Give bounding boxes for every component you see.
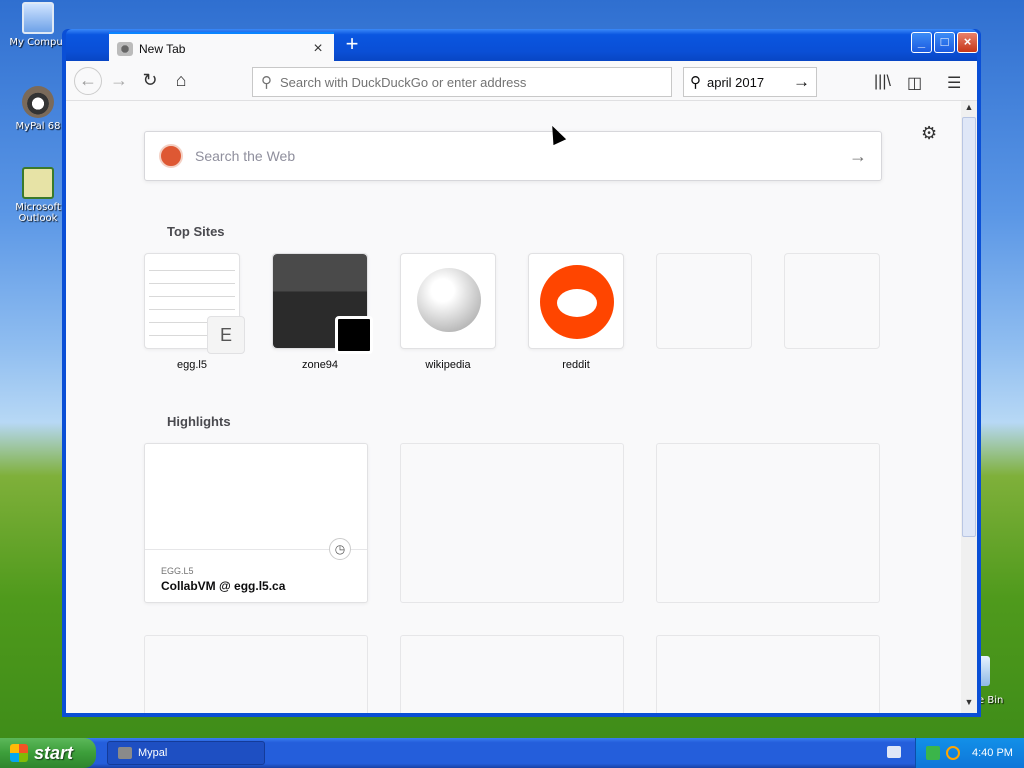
browser-window: New Tab × + _ □ × ← → ↻ ⌂ ⚲ Search with … bbox=[62, 29, 981, 717]
title-bar[interactable]: New Tab × + _ □ × bbox=[66, 29, 978, 63]
keyboard-icon[interactable] bbox=[887, 746, 901, 758]
highlight-host: EGG.L5 bbox=[161, 566, 194, 576]
search-icon: ⚲ bbox=[261, 74, 272, 91]
start-label: start bbox=[34, 742, 74, 763]
raccoon-icon bbox=[118, 747, 132, 759]
top-site-reddit[interactable] bbox=[528, 253, 624, 349]
back-button[interactable]: ← bbox=[74, 66, 102, 95]
minimize-button[interactable]: _ bbox=[911, 32, 932, 53]
close-window-button[interactable]: × bbox=[957, 32, 978, 53]
recycle-bin-label: e Bin bbox=[978, 695, 1004, 706]
site-letter-badge: E bbox=[207, 316, 245, 354]
tab-close-icon[interactable]: × bbox=[310, 40, 326, 58]
highlights-heading: Highlights bbox=[167, 414, 231, 429]
forward-button[interactable]: → bbox=[105, 67, 133, 95]
start-button[interactable]: start bbox=[0, 738, 96, 768]
top-site-empty bbox=[784, 253, 880, 349]
wikipedia-globe-icon bbox=[417, 268, 481, 332]
web-search-box[interactable]: Search the Web → bbox=[144, 131, 882, 181]
reload-button[interactable]: ↻ bbox=[136, 67, 164, 95]
top-site-zone94[interactable] bbox=[272, 253, 373, 354]
highlight-placeholder bbox=[144, 635, 368, 713]
highlight-placeholder bbox=[400, 443, 624, 603]
taskbar: start Mypal 4:40 PM bbox=[0, 738, 1024, 768]
top-site-empty bbox=[656, 253, 752, 349]
scroll-down-icon[interactable]: ▼ bbox=[962, 697, 976, 711]
site-favicon bbox=[335, 316, 373, 354]
url-bar[interactable]: ⚲ Search with DuckDuckGo or enter addres… bbox=[252, 67, 672, 97]
search-go-icon[interactable]: → bbox=[793, 72, 810, 92]
maximize-button[interactable]: □ bbox=[934, 32, 955, 53]
duckduckgo-icon bbox=[159, 144, 183, 168]
menu-button[interactable]: ☰ bbox=[947, 73, 961, 93]
tab-new-tab[interactable]: New Tab × bbox=[109, 32, 334, 63]
new-tab-button[interactable]: + bbox=[342, 32, 362, 58]
highlight-image bbox=[145, 444, 367, 550]
system-tray: 4:40 PM bbox=[915, 738, 1024, 768]
top-site-label: reddit bbox=[562, 359, 590, 371]
vertical-scrollbar[interactable]: ▲ ▼ bbox=[961, 101, 977, 713]
new-tab-page: ⚙ Search the Web → Top Sites E egg.l5 zo… bbox=[66, 101, 961, 713]
top-site-label: egg.l5 bbox=[177, 359, 207, 371]
top-sites-heading: Top Sites bbox=[167, 224, 225, 239]
top-site-egg[interactable]: E bbox=[144, 253, 245, 354]
clock-icon: ◷ bbox=[329, 538, 351, 560]
sidebar-button[interactable]: ◫ bbox=[907, 73, 922, 93]
top-site-wikipedia[interactable] bbox=[400, 253, 496, 349]
arrow-right-icon[interactable]: → bbox=[849, 146, 867, 167]
taskbar-item-label: Mypal bbox=[138, 747, 168, 759]
raccoon-icon bbox=[22, 86, 54, 118]
scroll-up-icon[interactable]: ▲ bbox=[962, 102, 976, 116]
reddit-icon bbox=[540, 265, 614, 339]
search-icon: ⚲ bbox=[690, 74, 701, 91]
highlight-card[interactable]: ◷ EGG.L5 CollabVM @ egg.l5.ca bbox=[144, 443, 368, 603]
highlight-placeholder bbox=[656, 443, 880, 603]
highlight-placeholder bbox=[400, 635, 624, 713]
top-site-label: zone94 bbox=[301, 359, 339, 371]
url-placeholder: Search with DuckDuckGo or enter address bbox=[280, 74, 527, 90]
windows-flag-icon bbox=[10, 744, 28, 762]
search-tray-icon[interactable] bbox=[946, 746, 960, 760]
highlight-placeholder bbox=[656, 635, 880, 713]
search-bar-value: april 2017 bbox=[707, 74, 765, 90]
clock: 4:40 PM bbox=[972, 747, 1013, 759]
network-icon[interactable] bbox=[926, 746, 940, 760]
library-button[interactable]: |||\ bbox=[874, 73, 891, 91]
scrollbar-thumb[interactable] bbox=[962, 117, 976, 537]
raccoon-favicon-icon bbox=[117, 41, 133, 56]
tab-title: New Tab bbox=[139, 41, 186, 56]
computer-icon bbox=[22, 2, 54, 34]
top-site-label: wikipedia bbox=[425, 359, 471, 371]
search-bar[interactable]: ⚲ april 2017 → bbox=[683, 67, 817, 97]
outlook-icon bbox=[22, 167, 54, 199]
home-button[interactable]: ⌂ bbox=[167, 67, 195, 95]
gear-icon[interactable]: ⚙ bbox=[921, 123, 937, 144]
highlight-title: CollabVM @ egg.l5.ca bbox=[161, 579, 286, 593]
web-search-placeholder: Search the Web bbox=[195, 148, 296, 164]
taskbar-item-mypal[interactable]: Mypal bbox=[107, 741, 265, 765]
